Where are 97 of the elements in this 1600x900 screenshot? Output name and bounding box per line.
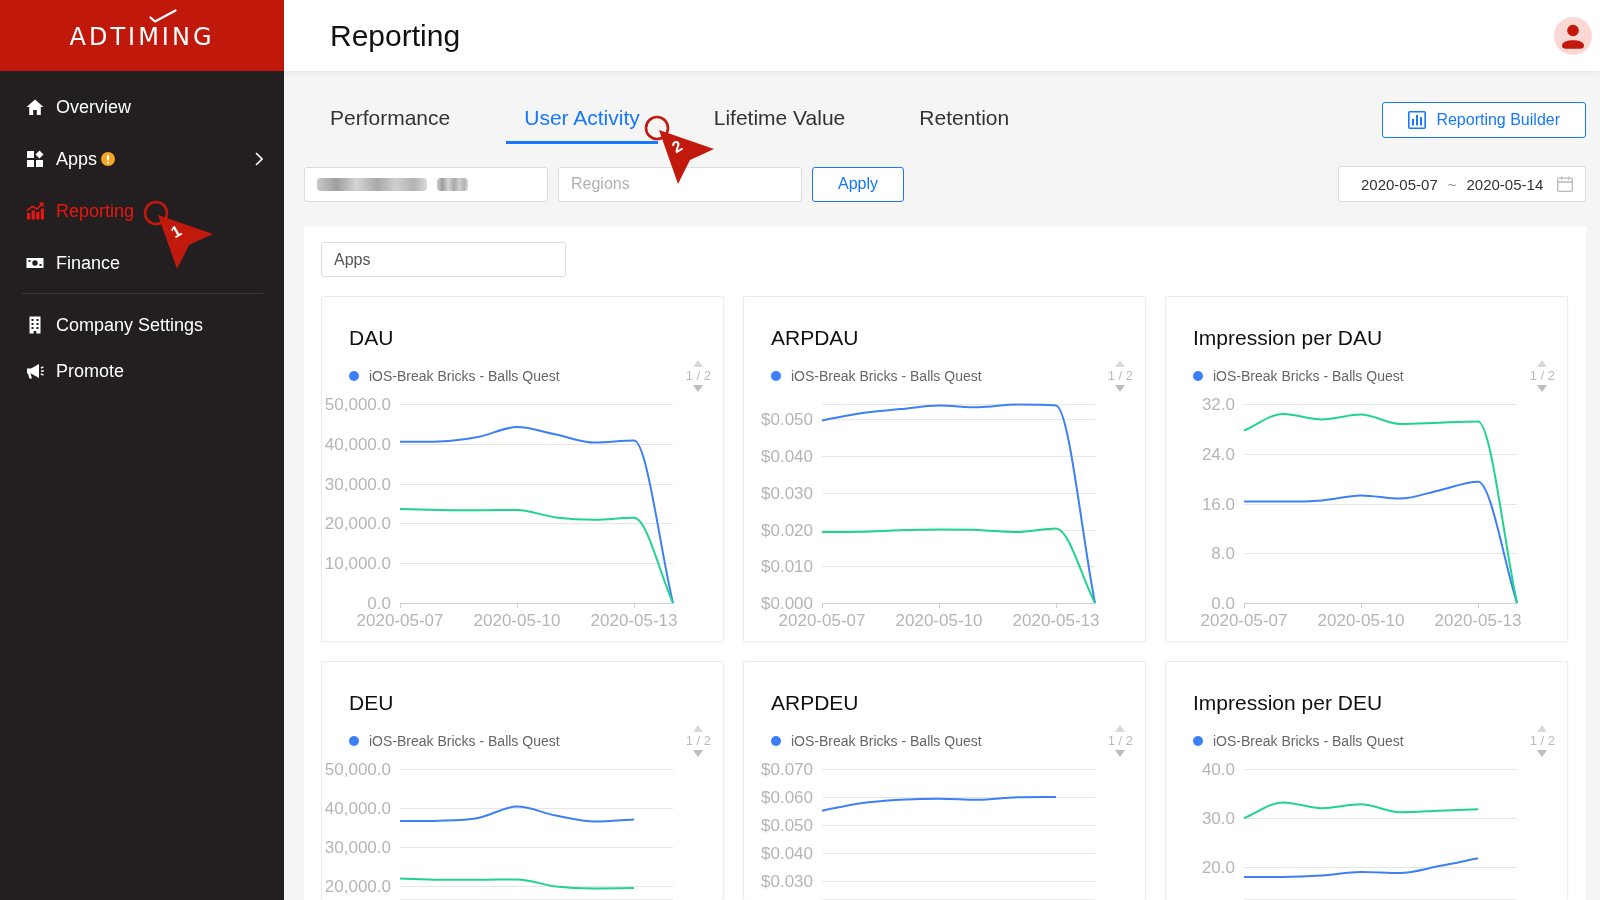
date-range-field[interactable]: 2020-05-07 ~ 2020-05-14 (1338, 166, 1586, 202)
down-triangle-icon[interactable] (1537, 750, 1548, 757)
y-axis-label: 30.0 (1201, 809, 1235, 829)
y-axis-label: 30,000.0 (324, 474, 391, 494)
bar-chart-icon (1408, 110, 1427, 129)
down-triangle-icon[interactable] (1115, 750, 1126, 757)
page-indicator: 1 / 2 (685, 734, 711, 748)
y-axis-label: 0.0 (1211, 594, 1235, 613)
sidebar-item[interactable]: Overview (0, 81, 137, 133)
y-axis-label: $0.040 (761, 844, 813, 864)
legend-label[interactable]: iOS-Break Bricks - Balls Quest (369, 733, 560, 749)
up-triangle-icon[interactable] (693, 360, 704, 367)
y-axis-label: $0.040 (761, 447, 813, 467)
sidebar-item[interactable]: Finance (0, 237, 127, 289)
chart-title: ARPDAU (771, 325, 860, 350)
x-axis-label: 2020-05-10 (895, 611, 983, 630)
up-triangle-icon[interactable] (693, 725, 704, 732)
chart-title: Impression per DAU (1193, 325, 1384, 350)
y-axis-label: 40,000.0 (324, 434, 391, 454)
sidebar-item[interactable]: Apps (0, 133, 284, 185)
page-title: Reporting (330, 18, 461, 53)
x-axis-label: 2020-05-13 (590, 611, 678, 630)
x-axis-label: 2020-05-13 (1012, 611, 1100, 630)
step-number: 2 (668, 137, 686, 157)
page-indicator: 1 / 2 (1107, 734, 1133, 748)
x-axis-label: 2020-05-10 (473, 611, 561, 630)
sidebar-item[interactable]: Reporting (0, 185, 141, 237)
y-axis-label: 40,000.0 (324, 799, 391, 819)
y-axis-label: 16.0 (1201, 494, 1235, 514)
x-axis-label: 2020-05-07 (778, 611, 866, 630)
sidebar-item[interactable]: Company Settings (0, 302, 210, 348)
y-axis-label: $0.000 (761, 594, 813, 613)
down-triangle-icon[interactable] (1115, 385, 1126, 392)
page-indicator: 1 / 2 (1529, 369, 1555, 383)
legend-label[interactable]: iOS-Break Bricks - Balls Quest (791, 733, 982, 749)
home-icon (26, 98, 44, 116)
page-indicator: 1 / 2 (1107, 369, 1133, 383)
y-axis-label: 30,000.0 (324, 838, 391, 858)
y-axis-label: $0.050 (761, 816, 813, 836)
up-triangle-icon[interactable] (1537, 360, 1548, 367)
y-axis-label: 8.0 (1211, 544, 1235, 564)
megaphone-icon (26, 362, 44, 380)
tab[interactable]: Lifetime Value (695, 95, 864, 144)
y-axis-label: 50,000.0 (324, 760, 391, 779)
bar-chart-icon (26, 202, 44, 220)
down-triangle-icon[interactable] (1537, 385, 1548, 392)
chart-title: DEU (349, 690, 395, 715)
y-axis-label: 20,000.0 (324, 877, 391, 897)
x-axis-label: 2020-05-07 (1200, 611, 1288, 630)
chart-title: DAU (349, 325, 395, 350)
legend-label[interactable]: iOS-Break Bricks - Balls Quest (1213, 368, 1404, 384)
x-axis-label: 2020-05-07 (356, 611, 444, 630)
y-axis-label: 32.0 (1201, 395, 1235, 414)
chart-title: ARPDEU (771, 690, 860, 715)
down-triangle-icon[interactable] (693, 385, 704, 392)
x-axis-label: 2020-05-10 (1317, 611, 1405, 630)
logo-wordmark: ADTIMING (69, 24, 215, 51)
calendar-icon (1557, 176, 1573, 192)
y-axis-label: 20.0 (1201, 858, 1235, 878)
up-triangle-icon[interactable] (1115, 360, 1126, 367)
select-field[interactable]: Apps (321, 242, 566, 277)
y-axis-label: 20,000.0 (324, 514, 391, 534)
app-grid-icon (26, 150, 44, 168)
down-triangle-icon[interactable] (693, 750, 704, 757)
tab[interactable]: Retention (901, 95, 1028, 144)
y-axis-label: $0.030 (761, 483, 813, 503)
avatar-icon[interactable] (1554, 16, 1592, 55)
apply-button[interactable]: Apply (812, 166, 904, 202)
x-axis-label: 2020-05-13 (1434, 611, 1522, 630)
legend-label[interactable]: iOS-Break Bricks - Balls Quest (791, 368, 982, 384)
input-field[interactable]: Regions (558, 166, 802, 202)
sidebar-item[interactable]: Promote (0, 348, 131, 394)
y-axis-label: 50,000.0 (324, 395, 391, 414)
y-axis-label: 0.0 (367, 594, 391, 613)
y-axis-label: 24.0 (1201, 444, 1235, 464)
chart-title: Impression per DEU (1193, 690, 1384, 715)
y-axis-label: $0.050 (761, 410, 813, 430)
blurred-text-block (437, 177, 468, 191)
y-axis-label: $0.020 (761, 520, 813, 540)
reporting-builder-button[interactable]: Reporting Builder (1382, 101, 1586, 138)
legend-label[interactable]: iOS-Break Bricks - Balls Quest (369, 368, 560, 384)
y-axis-label: $0.010 (761, 557, 813, 577)
y-axis-label: $0.030 (761, 872, 813, 892)
select-field[interactable] (304, 166, 548, 202)
page-indicator: 1 / 2 (685, 369, 711, 383)
y-axis-label: 10,000.0 (324, 554, 391, 574)
up-triangle-icon[interactable] (1537, 725, 1548, 732)
y-axis-label: $0.070 (761, 760, 813, 779)
page-indicator: 1 / 2 (1529, 734, 1555, 748)
up-triangle-icon[interactable] (1115, 725, 1126, 732)
y-axis-label: $0.060 (761, 788, 813, 807)
check-mark-icon (148, 9, 177, 23)
y-axis-label: 40.0 (1201, 760, 1235, 779)
tab[interactable]: Performance (312, 95, 469, 144)
legend-label[interactable]: iOS-Break Bricks - Balls Quest (1213, 733, 1404, 749)
tab[interactable]: User Activity (506, 95, 658, 144)
step-number: 1 (168, 222, 185, 242)
